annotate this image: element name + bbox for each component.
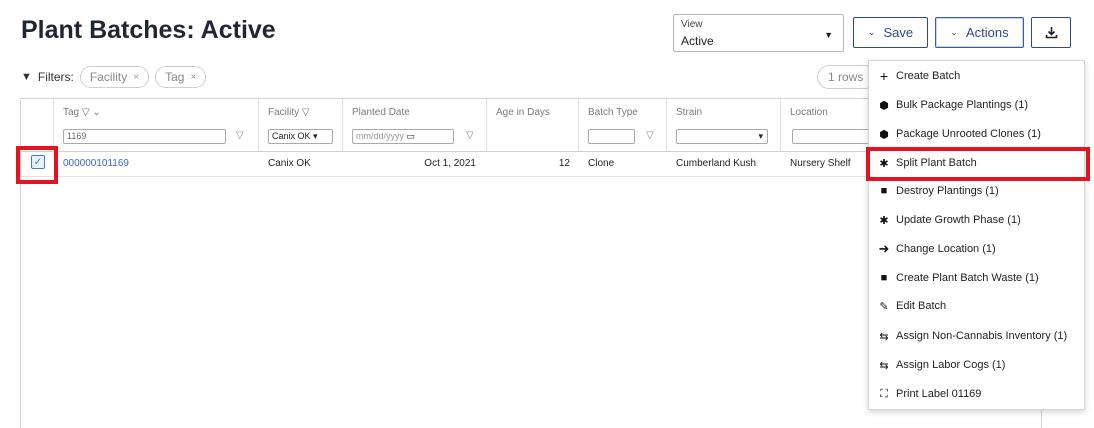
download-icon	[1045, 27, 1057, 39]
menu-item-print-label[interactable]: ⛶ Print Label 01169	[869, 380, 1086, 408]
column-label-facility: Facility ▽	[268, 107, 310, 118]
menu-item-label: Create Plant Batch Waste (1)	[896, 272, 1039, 284]
actions-button-label: Actions	[965, 25, 1009, 40]
column-label-planted-date: Planted Date	[352, 107, 410, 118]
column-label-batch-type: Batch Type	[588, 107, 638, 118]
tag-link[interactable]: 000000101169	[63, 158, 129, 169]
age-in-days-cell: 12	[558, 158, 570, 169]
menu-item-assign-non-cannabis-inventory[interactable]: ⇆ Assign Non-Cannabis Inventory (1)	[869, 322, 1086, 350]
batch-type-filter-input[interactable]	[588, 129, 635, 144]
column-header-age-in-days[interactable]: Age in Days	[487, 99, 579, 151]
select-column-header	[21, 99, 54, 151]
trash-icon: ■	[880, 272, 888, 284]
menu-item-label: Change Location (1)	[896, 243, 996, 255]
swap-icon: ⇆	[879, 330, 889, 343]
column-header-tag[interactable]: Tag ▽ ⌄ 1169 ▽	[54, 99, 259, 151]
scan-icon: ⛶	[880, 387, 888, 400]
menu-item-label: Destroy Plantings (1)	[896, 185, 999, 197]
column-label-location: Location	[790, 107, 828, 118]
menu-item-label: Package Unrooted Clones (1)	[896, 128, 1041, 140]
strain-filter-select[interactable]: ▾	[676, 129, 768, 144]
filter-icon[interactable]: ▽	[466, 130, 474, 141]
filter-icon: ▽	[301, 107, 310, 118]
actions-menu: + Create Batch ⬢ Bulk Package Plantings …	[868, 60, 1085, 410]
package-icon: ⬢	[879, 99, 889, 112]
column-header-facility[interactable]: Facility ▽ Canix OK ▾	[259, 99, 343, 151]
filter-bar: ▼ Filters: Facility × Tag ×	[21, 66, 207, 88]
menu-item-bulk-package-plantings[interactable]: ⬢ Bulk Package Plantings (1)	[869, 91, 1086, 119]
filter-icon: ▽	[81, 107, 90, 118]
menu-item-label: Print Label 01169	[896, 388, 982, 400]
filter-funnel-icon: ▼	[21, 71, 32, 83]
close-icon[interactable]: ×	[190, 72, 196, 83]
actions-button[interactable]: ⌄ Actions	[935, 17, 1024, 48]
chevron-down-icon: ⌄	[867, 27, 876, 37]
batch-type-cell: Clone	[588, 158, 615, 169]
view-select-label: View	[681, 19, 703, 30]
view-select-value: Active	[681, 34, 714, 48]
menu-item-label: Create Batch	[896, 70, 961, 82]
planted-date-cell: Oct 1, 2021	[424, 158, 476, 169]
column-label-strain: Strain	[676, 107, 703, 118]
swap-icon: ⇆	[879, 359, 889, 372]
strain-cell: Cumberland Kush	[676, 158, 757, 169]
column-header-planted-date[interactable]: Planted Date mm/dd/yyyy ▭ ▽	[343, 99, 487, 151]
menu-item-label: Assign Non-Cannabis Inventory (1)	[896, 330, 1068, 342]
package-icon: ⬢	[879, 128, 889, 141]
column-label-age-in-days: Age in Days	[496, 107, 550, 118]
chevron-down-icon: ⌄	[950, 27, 958, 37]
close-icon[interactable]: ×	[133, 72, 139, 83]
filter-chip-tag[interactable]: Tag ×	[155, 66, 207, 88]
location-cell: Nursery Shelf	[790, 158, 851, 169]
column-label-tag: Tag ▽ ⌄	[63, 107, 101, 118]
menu-item-assign-labor-cogs[interactable]: ⇆ Assign Labor Cogs (1)	[869, 351, 1086, 379]
save-button-label: Save	[883, 25, 914, 40]
menu-item-package-unrooted-clones[interactable]: ⬢ Package Unrooted Clones (1)	[869, 120, 1086, 148]
highlight-box-split-plant-batch	[866, 147, 1090, 181]
cannabis-leaf-icon: ✱	[879, 214, 889, 227]
facility-cell: Canix OK	[268, 158, 311, 169]
arrow-right-icon: ➜	[878, 241, 890, 256]
plus-icon: +	[879, 68, 889, 84]
planted-date-filter-input[interactable]: mm/dd/yyyy ▭	[352, 129, 454, 144]
column-header-batch-type[interactable]: Batch Type ▽	[579, 99, 667, 151]
column-header-strain[interactable]: Strain ▾	[667, 99, 781, 151]
edit-icon: ✎	[879, 300, 889, 313]
menu-item-label: Update Growth Phase (1)	[896, 214, 1021, 226]
menu-item-label: Assign Labor Cogs (1)	[896, 359, 1006, 371]
menu-item-change-location[interactable]: ➜ Change Location (1)	[869, 235, 1086, 263]
download-button[interactable]	[1031, 17, 1071, 48]
trash-icon: ■	[880, 185, 888, 197]
filters-label: Filters:	[37, 70, 74, 84]
page-title: Plant Batches: Active	[21, 16, 276, 44]
sort-chevron-icon[interactable]: ⌄	[92, 107, 100, 118]
facility-filter-select[interactable]: Canix OK ▾	[268, 129, 333, 144]
menu-item-label: Bulk Package Plantings (1)	[896, 99, 1029, 111]
save-button[interactable]: ⌄ Save	[853, 17, 928, 48]
menu-item-destroy-plantings[interactable]: ■ Destroy Plantings (1)	[869, 177, 1086, 205]
view-select[interactable]: View Active ▼	[673, 14, 844, 52]
menu-item-create-plant-batch-waste[interactable]: ■ Create Plant Batch Waste (1)	[869, 264, 1086, 292]
highlight-box-checkbox	[16, 146, 58, 184]
tag-filter-input[interactable]: 1169	[63, 129, 226, 144]
filter-chip-label: Facility	[89, 70, 128, 84]
filter-icon[interactable]: ▽	[236, 130, 244, 141]
filter-chip-facility[interactable]: Facility ×	[79, 66, 150, 88]
menu-item-edit-batch[interactable]: ✎ Edit Batch	[869, 292, 1086, 320]
filter-icon[interactable]: ▽	[646, 130, 654, 141]
filter-chip-label: Tag	[165, 70, 185, 84]
menu-item-create-batch[interactable]: + Create Batch	[869, 62, 1086, 90]
menu-item-update-growth-phase[interactable]: ✱ Update Growth Phase (1)	[869, 206, 1086, 234]
calendar-icon[interactable]: ▭	[407, 131, 416, 141]
caret-down-icon: ▼	[824, 30, 833, 40]
menu-item-label: Edit Batch	[896, 300, 947, 312]
